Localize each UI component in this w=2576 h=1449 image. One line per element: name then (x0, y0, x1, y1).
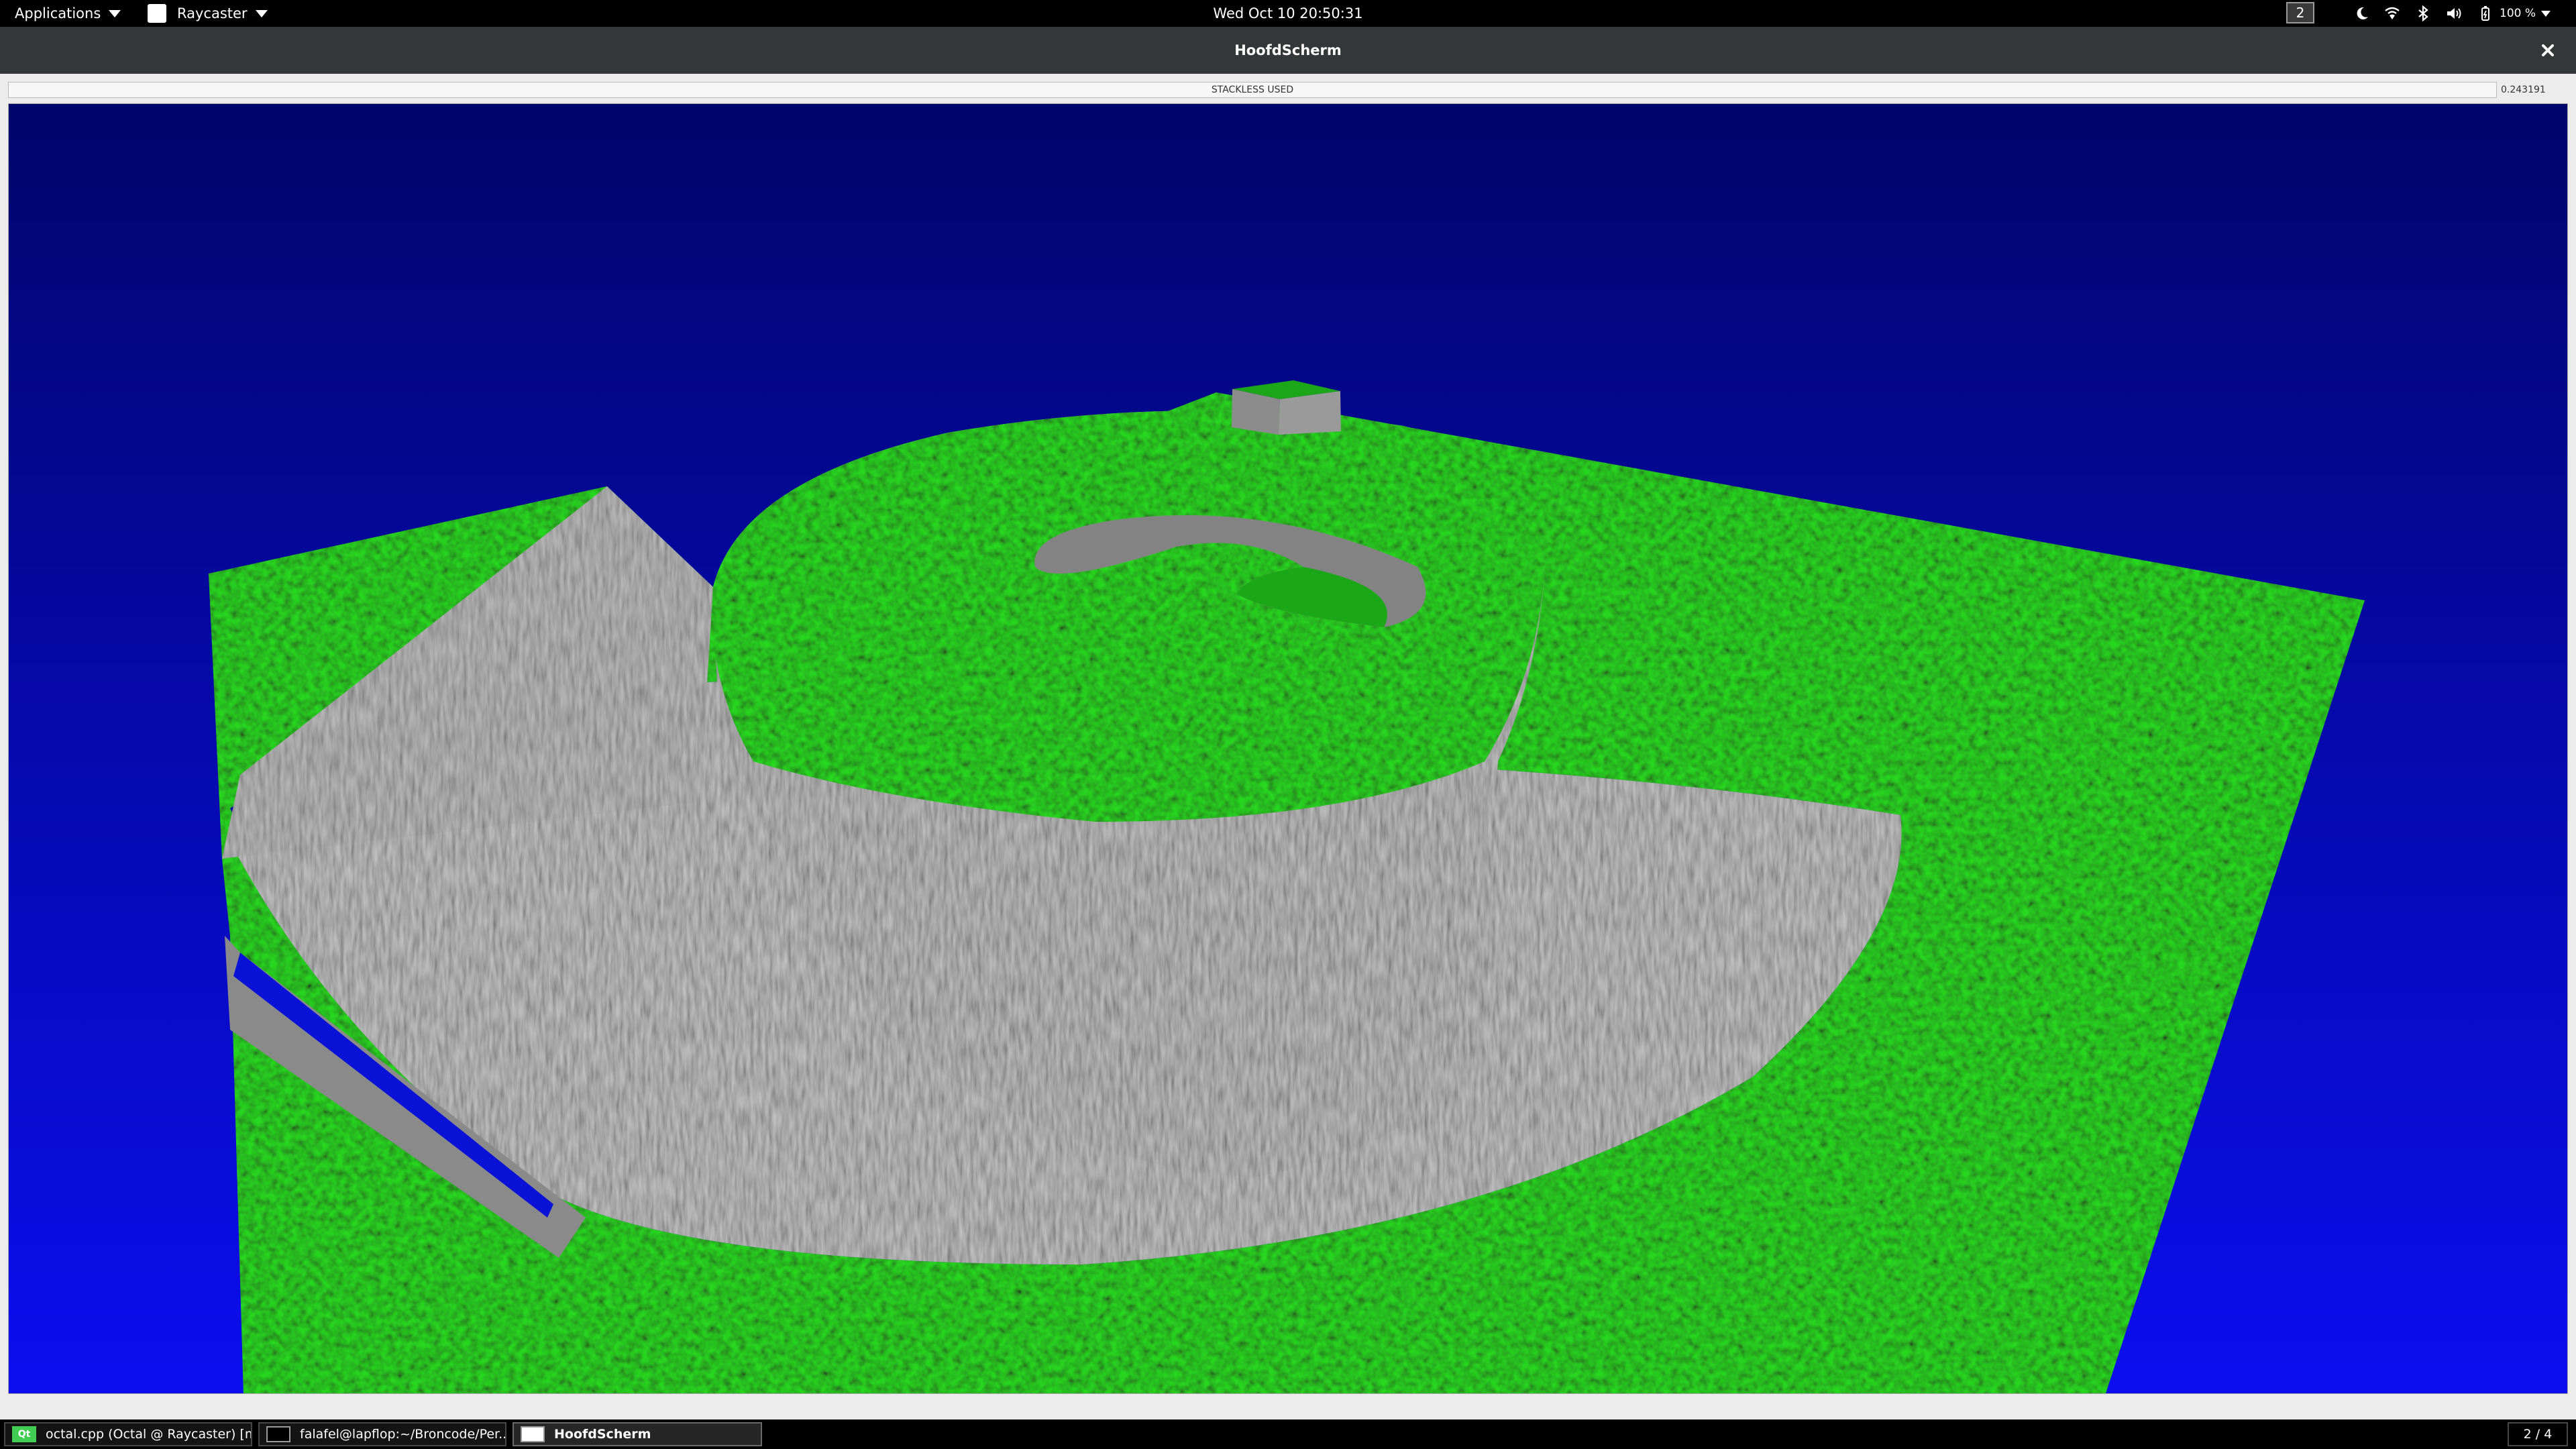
taskbar-item-label: falafel@lapflop:~/Broncode/Per... (300, 1427, 506, 1442)
window-icon (521, 1426, 545, 1442)
raycast-scene (9, 104, 2567, 1393)
distant-cube (1232, 380, 1341, 435)
clock[interactable]: Wed Oct 10 20:50:31 (0, 0, 2576, 27)
close-button[interactable] (2536, 38, 2560, 62)
window-title: HoofdScherm (1234, 42, 1342, 58)
taskbar-item-label: HoofdScherm (554, 1427, 651, 1442)
taskbar: Qt octal.cpp (Octal @ Raycaster) [m... f… (0, 1419, 2576, 1449)
app-content: STACKLESS USED 0.243191 (0, 74, 2576, 1419)
taskbar-item-hoofdscherm[interactable]: HoofdScherm (513, 1422, 762, 1446)
workspace-pager[interactable]: 2 / 4 (2508, 1422, 2568, 1446)
chevron-down-icon (255, 9, 268, 17)
chevron-down-icon (109, 9, 121, 17)
volume-icon[interactable] (2445, 0, 2463, 27)
battery-percentage: 100 % (2500, 7, 2536, 20)
render-viewport[interactable] (8, 103, 2568, 1394)
close-icon (2542, 44, 2554, 56)
window-title-bar[interactable]: HoofdScherm (0, 27, 2576, 74)
frame-time-readout: 0.243191 (2501, 85, 2546, 95)
app-menu-label: Raycaster (177, 5, 248, 21)
applications-menu-label: Applications (15, 5, 101, 21)
taskbar-item-label: octal.cpp (Octal @ Raycaster) [m... (46, 1427, 252, 1442)
workspace-indicator[interactable]: 2 (2286, 2, 2314, 23)
chevron-down-icon (2541, 10, 2551, 17)
bluetooth-icon[interactable] (2414, 0, 2432, 27)
night-light-icon[interactable] (2353, 0, 2371, 27)
spiral-top-surface (712, 411, 1545, 822)
applications-menu[interactable]: Applications (15, 0, 121, 27)
status-label: STACKLESS USED (8, 82, 2497, 98)
wifi-icon[interactable] (2383, 0, 2401, 27)
app-window-icon (148, 4, 166, 23)
top-panel: Applications Raycaster Wed Oct 10 20:50:… (0, 0, 2576, 27)
battery-icon (2481, 6, 2489, 21)
taskbar-item-octal-cpp[interactable]: Qt octal.cpp (Octal @ Raycaster) [m... (4, 1422, 252, 1446)
taskbar-item-terminal[interactable]: falafel@lapflop:~/Broncode/Per... (258, 1422, 506, 1446)
battery-indicator[interactable]: 100 % (2477, 0, 2551, 27)
app-menu[interactable]: Raycaster (148, 0, 268, 27)
terminal-icon (266, 1426, 290, 1442)
qt-creator-icon: Qt (12, 1426, 36, 1442)
